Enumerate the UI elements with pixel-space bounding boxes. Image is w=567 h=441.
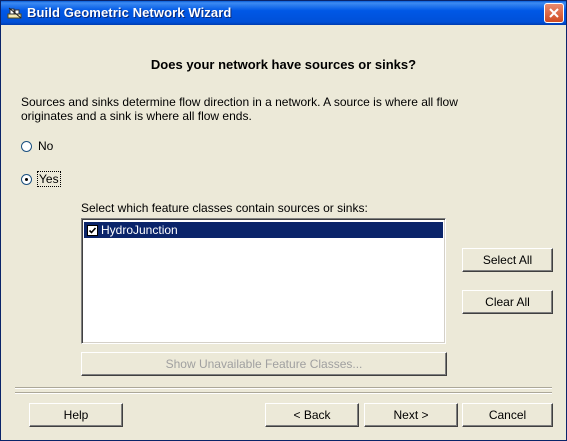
feature-classes-list[interactable]: HydroJunction	[81, 218, 446, 344]
page-question: Does your network have sources or sinks?	[150, 57, 417, 72]
clear-all-label: Clear All	[485, 295, 530, 309]
help-label: Help	[63, 408, 89, 422]
radio-no[interactable]: No	[21, 138, 53, 154]
back-label: < Back	[293, 408, 331, 422]
wizard-window: Build Geometric Network Wizard Does your…	[0, 0, 567, 441]
divider	[15, 392, 552, 394]
window-title: Build Geometric Network Wizard	[27, 5, 232, 20]
back-button[interactable]: < Back	[265, 403, 359, 427]
divider	[15, 387, 552, 389]
cancel-label: Cancel	[488, 408, 527, 422]
next-button[interactable]: Next >	[364, 403, 458, 427]
show-unavailable-label: Show Unavailable Feature Classes...	[165, 357, 363, 371]
next-label: Next >	[393, 408, 429, 422]
close-button[interactable]	[544, 3, 564, 23]
close-icon	[549, 8, 559, 18]
radio-yes[interactable]: Yes	[21, 171, 61, 187]
show-unavailable-button[interactable]: Show Unavailable Feature Classes...	[81, 352, 447, 376]
list-item[interactable]: HydroJunction	[84, 222, 443, 238]
description-text: Sources and sinks determine flow directi…	[21, 95, 458, 123]
title-bar[interactable]: Build Geometric Network Wizard	[1, 1, 566, 25]
radio-no-button[interactable]	[21, 140, 32, 152]
radio-yes-label: Yes	[37, 171, 61, 187]
clear-all-button[interactable]: Clear All	[462, 290, 553, 314]
radio-yes-button[interactable]	[21, 173, 32, 185]
select-all-label: Select All	[482, 253, 533, 267]
select-all-button[interactable]: Select All	[462, 248, 553, 272]
list-item-label: HydroJunction	[101, 223, 178, 237]
cancel-button[interactable]: Cancel	[462, 403, 553, 427]
hydrojunction-checkbox[interactable]	[87, 224, 98, 236]
network-wizard-icon	[7, 6, 23, 20]
radio-no-label: No	[38, 139, 54, 153]
feature-classes-label: Select which feature classes contain sou…	[81, 201, 368, 215]
help-button[interactable]: Help	[29, 403, 123, 427]
checkmark-icon	[88, 226, 97, 234]
